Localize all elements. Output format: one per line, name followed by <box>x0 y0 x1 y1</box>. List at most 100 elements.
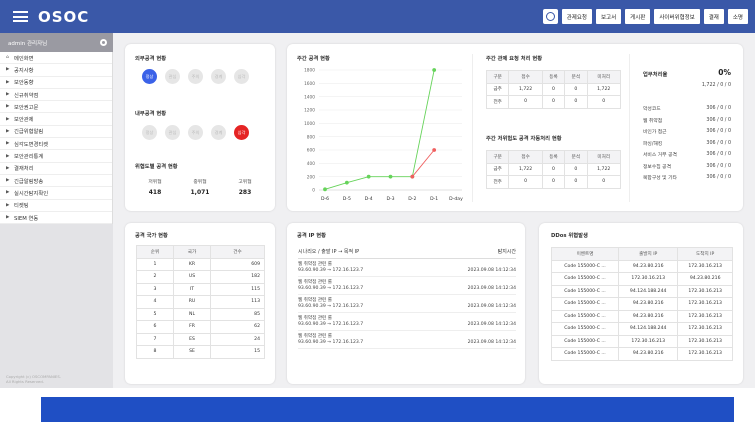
logo[interactable]: OSOC <box>38 8 89 26</box>
threat-level-title: 위협도별 공격 현황 <box>135 164 178 170</box>
sidebar-item-approval[interactable]: ▶ 결재처리 <box>0 163 112 175</box>
country-title: 공격 국가 현황 <box>135 233 168 239</box>
table-row[interactable]: Code 155000-C ... 94.124.188.244 172.30.16… <box>550 322 733 336</box>
y-tick-label: 1200 <box>304 108 315 114</box>
table-row: 6 FR 62 <box>135 320 265 334</box>
x-tick-label: D-5 <box>343 196 351 202</box>
copyright: Copyright (c) OSCOMPANIES. All Rights Re… <box>6 374 61 384</box>
caret-right-icon: ▶ <box>6 104 10 110</box>
home-icon: ⌂ <box>6 55 9 61</box>
sidebar-item-home[interactable]: ⌂ 메인화면 <box>0 52 112 65</box>
sidebar-item-notice[interactable]: ▶ 공지사항 <box>0 64 112 77</box>
internal-level-interest: 관심 <box>165 125 180 140</box>
weekly-request-title: 주간 관제 요청 처리 현황 <box>486 56 543 62</box>
header-buttons: 관제요청 보고서 게시판 사이버위협정보 결재 소명 <box>542 9 748 24</box>
sidebar-item-advisory[interactable]: ▶ 보안권고문 <box>0 101 112 114</box>
weekly-chart-title: 주간 공격 현황 <box>297 56 330 62</box>
sidebar-item-realtime[interactable]: ▶ 실시간탐지확인 <box>0 187 112 200</box>
sidebar-menu: ⌂ 메인화면 ▶ 공지사항 ▶ 보안동향 ▶ 신규취약점 ▶ 보안권고문 ▶ 보안관제 ▶ 긴… <box>0 52 113 225</box>
ddos-card: DDos 위협발생 이벤트명 출발지 IP 도착지 IP Code 155000-C… <box>539 223 743 384</box>
top-bar: OSOC 관제요청 보고서 게시판 사이버위협정보 결재 소명 <box>0 0 755 33</box>
weekly-auto-table: 구분 접수 등록 분석 미처리 금주 1,722 0 0 1,722 전주 0 0 0 0 <box>485 150 621 189</box>
data-point <box>323 187 327 192</box>
sidebar-item-new-vuln[interactable]: ▶ 신규취약점 <box>0 89 112 102</box>
y-tick-label: 800 <box>307 134 315 140</box>
table-row: 금주 1,722 0 0 1,722 <box>485 82 621 96</box>
sidebar: admin 관리자님 ⌂ 메인화면 ▶ 공지사항 ▶ 보안동향 ▶ 신규취약점 ▶ 보안권… <box>0 33 113 388</box>
list-item[interactable]: 웹 취약점 관련 룰 93.60.90.39 → 172.16.123.7 2023… <box>298 331 516 349</box>
sidebar-item-siem[interactable]: ▶ SIEM 연동 <box>0 212 112 225</box>
explanation-button[interactable]: 소명 <box>727 9 748 24</box>
ddos-table: 이벤트명 출발지 IP 도착지 IP Code 155000-C ... 94.23.… <box>550 247 733 361</box>
caret-right-icon: ▶ <box>6 67 10 73</box>
table-row: 5 NL 85 <box>135 307 265 321</box>
list-item[interactable]: 웹 취약점 관련 룰 93.60.90.39 → 172.16.123.7 2023… <box>298 295 516 313</box>
list-item[interactable]: 웹 취약점 관련 룰 93.60.90.39 → 172.16.123.7 2023… <box>298 313 516 331</box>
sidebar-item-broadcast[interactable]: ▶ 긴급알림방송 <box>0 175 112 188</box>
list-item: 서비스 거부 공격 306 / 0 / 0 <box>643 152 731 159</box>
internal-level-severe: 심각 <box>234 125 249 140</box>
table-row[interactable]: Code 155000-C ... 94.23.80.216 172.30.16.2… <box>550 297 733 311</box>
sidebar-item-urgent-alert[interactable]: ▶ 긴급위협알림 <box>0 126 112 139</box>
mid-threat-stat: 중위협 1,071 <box>190 180 210 196</box>
sidebar-item-security-trend[interactable]: ▶ 보안동향 <box>0 77 112 89</box>
internal-attack-title: 내부공격 현황 <box>135 111 167 117</box>
table-row[interactable]: Code 155000-C ... 172.30.16.213 94.23.80.2… <box>550 272 733 286</box>
table-row[interactable]: Code 155000-C ... 94.23.80.216 172.30.16.2… <box>550 259 733 273</box>
table-row[interactable]: Code 155000-C ... 94.124.188.244 172.30.16… <box>550 284 733 298</box>
main-content: 외부공격 현황 정상 관심 주의 경계 심각 내부공격 현황 정상 관심 주의 … <box>113 33 755 388</box>
cyber-threat-button[interactable]: 사이버위협정보 <box>654 9 700 24</box>
divider <box>472 54 473 202</box>
work-rate-percent: 0% <box>718 68 731 77</box>
work-rate-summary: 1,722 / 0 / 0 <box>701 83 731 88</box>
report-button[interactable]: 보고서 <box>595 9 622 24</box>
data-point <box>410 174 415 179</box>
sidebar-item-severity-ticket[interactable]: ▶ 심각도변경티켓 <box>0 138 112 151</box>
sidebar-item-statistics[interactable]: ▶ 보안관리통계 <box>0 150 112 163</box>
table-row: 3 IT 115 <box>135 282 265 296</box>
weekly-auto-title: 주간 저위험도 공격 자동처리 현황 <box>486 136 562 142</box>
menu-icon[interactable] <box>13 11 28 22</box>
work-rate-list: 악성코드 306 / 0 / 0 웹 취약점 306 / 0 / 0 비인가 접근 3… <box>643 103 731 184</box>
data-point <box>432 68 437 72</box>
y-tick-label: 400 <box>307 161 315 167</box>
internal-level-caution: 주의 <box>188 125 203 140</box>
caret-right-icon: ▶ <box>6 141 10 147</box>
caret-right-icon: ▶ <box>6 79 10 85</box>
caret-right-icon: ▶ <box>6 92 10 98</box>
y-tick-label: 600 <box>307 148 315 154</box>
y-tick-label: 200 <box>307 174 315 180</box>
weekly-status-card: 주간 공격 현황 0 200 400 600 800 1000 1200 1400 1600 18… <box>287 44 743 211</box>
y-tick-label: 1400 <box>304 94 315 100</box>
request-button[interactable]: 관제요청 <box>561 9 592 24</box>
list-header: 시나리오 / 출발 IP → 목적 IP 탐지시간 <box>298 245 516 259</box>
list-item[interactable]: 웹 취약점 관련 룰 93.60.90.39 → 172.16.123.7 2023… <box>298 259 516 277</box>
user-name: admin 관리자님 <box>8 40 48 47</box>
external-level-alert: 경계 <box>211 69 226 84</box>
approval-button[interactable]: 결재 <box>703 9 724 24</box>
y-tick-label: 1600 <box>304 81 315 87</box>
x-tick-label: D-3 <box>386 196 394 202</box>
board-button[interactable]: 게시판 <box>625 9 651 24</box>
internal-level-alert: 경계 <box>211 125 226 140</box>
caret-right-icon: ▶ <box>6 202 10 208</box>
sidebar-item-ticketing[interactable]: ▶ 티켓팅 <box>0 200 112 212</box>
list-item[interactable]: 웹 취약점 관련 룰 93.60.90.39 → 172.16.123.7 2023… <box>298 277 516 295</box>
table-row[interactable]: Code 155000-C ... 172.30.16.213 172.30.16.… <box>550 334 733 348</box>
external-level-interest: 관심 <box>165 69 180 84</box>
attack-country-card: 공격 국가 현황 순위 국가 건수 1 KR 609 2 US 182 3 IT 115 4 RU… <box>125 223 275 384</box>
globe-icon[interactable] <box>542 9 558 24</box>
external-attack-title: 외부공격 현황 <box>135 56 167 62</box>
caret-right-icon: ▶ <box>6 178 10 184</box>
table-row: 7 ES 24 <box>135 332 265 346</box>
attack-ip-list: 시나리오 / 출발 IP → 목적 IP 탐지시간 웹 취약점 관련 룰 93.60… <box>298 245 516 349</box>
table-row[interactable]: Code 155000-C ... 94.23.80.216 172.30.16.2… <box>550 309 733 323</box>
list-item: 악성코드 306 / 0 / 0 <box>643 106 731 113</box>
x-tick-label: D-4 <box>365 196 373 202</box>
table-row: 전주 0 0 0 0 <box>485 95 621 109</box>
table-row[interactable]: Code 155000-C ... 94.23.80.216 172.30.16.2… <box>550 347 733 361</box>
sidebar-item-monitoring[interactable]: ▶ 보안관제 <box>0 113 112 126</box>
caret-right-icon: ▶ <box>6 165 10 171</box>
divider <box>629 54 630 202</box>
gear-icon[interactable] <box>100 39 107 46</box>
